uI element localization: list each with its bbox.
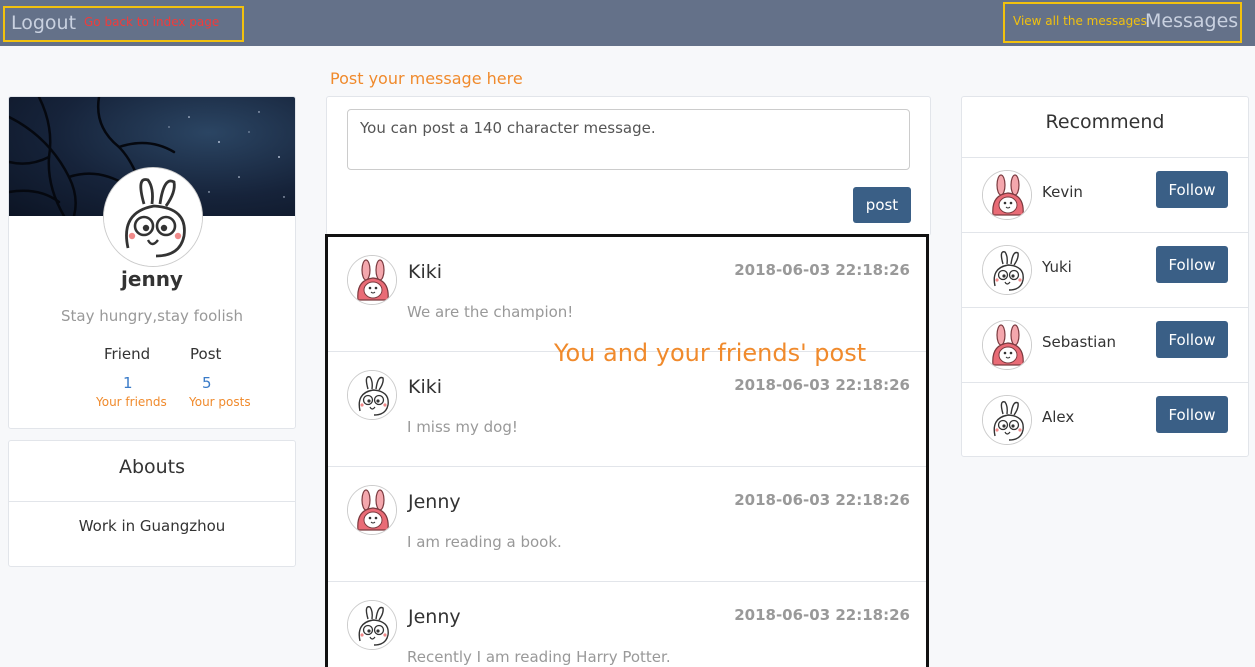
feed-post: Kiki 2018-06-03 22:18:26 We are the cham… [328, 237, 926, 352]
post-author: Jenny [408, 606, 461, 628]
abouts-card: Abouts Work in Guangzhou [8, 440, 296, 567]
recommend-avatar[interactable] [982, 245, 1032, 295]
post-timestamp: 2018-06-03 22:18:26 [734, 376, 910, 394]
pink-bunny-avatar-icon [348, 256, 397, 305]
top-navbar: Logout Go back to index page View all th… [0, 0, 1255, 46]
recommend-name: Sebastian [1042, 333, 1117, 351]
bunny-sketch-avatar-icon [348, 601, 397, 650]
recommend-name: Alex [1042, 408, 1075, 426]
post-avatar[interactable] [347, 600, 397, 650]
pink-bunny-avatar-icon [983, 171, 1032, 220]
compose-card: post [326, 96, 931, 236]
abouts-text: Work in Guangzhou [78, 517, 226, 535]
annotation-your-posts: Your posts [189, 395, 251, 409]
recommend-card: Recommend Kevin Follow Yuki Follow Sebas… [961, 96, 1249, 457]
post-author: Kiki [408, 261, 443, 283]
recommend-item: Kevin Follow [962, 158, 1248, 233]
follow-button[interactable]: Follow [1156, 321, 1228, 358]
post-text: Recently I am reading Harry Potter. [407, 648, 671, 666]
post-timestamp: 2018-06-03 22:18:26 [734, 491, 910, 509]
bunny-avatar-icon [104, 168, 203, 267]
annotation-your-friends: Your friends [96, 395, 167, 409]
post-author: Kiki [408, 376, 443, 398]
logout-link[interactable]: Logout [11, 12, 76, 34]
annotation-view-messages: View all the messages [1013, 14, 1147, 28]
post-text: I am reading a book. [407, 533, 562, 551]
friend-count-link[interactable]: 1 [123, 374, 133, 392]
recommend-item: Sebastian Follow [962, 308, 1248, 383]
post-text: I miss my dog! [407, 418, 518, 436]
messages-link[interactable]: Messages [1145, 10, 1238, 32]
feed-post: Jenny 2018-06-03 22:18:26 I am reading a… [328, 467, 926, 582]
recommend-item: Yuki Follow [962, 233, 1248, 308]
post-button[interactable]: post [853, 187, 911, 223]
post-label: Post [190, 345, 222, 363]
abouts-title: Abouts [9, 441, 295, 502]
annotation-box-right: View all the messages Messages [1003, 2, 1242, 43]
profile-motto: Stay hungry,stay foolish [61, 307, 243, 325]
pink-bunny-avatar-icon [983, 321, 1032, 370]
follow-button[interactable]: Follow [1156, 396, 1228, 433]
profile-username: jenny [121, 267, 183, 291]
recommend-name: Kevin [1042, 183, 1083, 201]
profile-card: jenny Stay hungry,stay foolish Friend Po… [8, 96, 296, 429]
recommend-item: Alex Follow [962, 383, 1248, 458]
annotation-post-here: Post your message here [330, 69, 523, 88]
post-author: Jenny [408, 491, 461, 513]
annotation-go-back: Go back to index page [84, 15, 220, 29]
recommend-avatar[interactable] [982, 395, 1032, 445]
annotation-box-left: Logout Go back to index page [3, 6, 244, 42]
message-input[interactable] [347, 109, 910, 170]
recommend-name: Yuki [1042, 258, 1072, 276]
friend-label: Friend [104, 345, 151, 363]
recommend-title: Recommend [962, 97, 1248, 158]
annotation-friends-post: You and your friends' post [554, 339, 867, 367]
feed-post: Jenny 2018-06-03 22:18:26 Recently I am … [328, 582, 926, 667]
follow-button[interactable]: Follow [1156, 171, 1228, 208]
bunny-sketch-avatar-icon [983, 396, 1032, 445]
post-timestamp: 2018-06-03 22:18:26 [734, 261, 910, 279]
feed-list: Kiki 2018-06-03 22:18:26 We are the cham… [325, 234, 929, 667]
bunny-sketch-avatar-icon [983, 246, 1032, 295]
pink-bunny-avatar-icon [348, 486, 397, 535]
post-text: We are the champion! [407, 303, 574, 321]
post-count-link[interactable]: 5 [202, 374, 212, 392]
profile-avatar[interactable] [103, 167, 203, 267]
recommend-avatar[interactable] [982, 170, 1032, 220]
post-timestamp: 2018-06-03 22:18:26 [734, 606, 910, 624]
post-avatar[interactable] [347, 485, 397, 535]
post-avatar[interactable] [347, 370, 397, 420]
post-avatar[interactable] [347, 255, 397, 305]
recommend-avatar[interactable] [982, 320, 1032, 370]
follow-button[interactable]: Follow [1156, 246, 1228, 283]
bunny-sketch-avatar-icon [348, 371, 397, 420]
feed-post: Kiki 2018-06-03 22:18:26 I miss my dog! [328, 352, 926, 467]
